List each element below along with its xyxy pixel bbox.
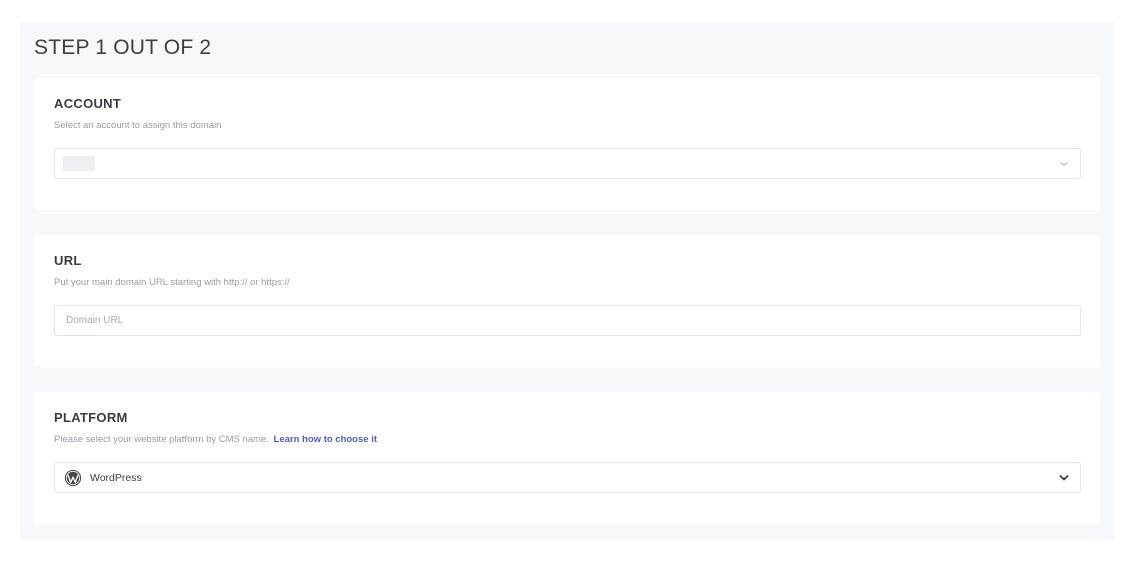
wordpress-icon	[64, 469, 82, 486]
platform-description: Please select your website platform by C…	[54, 434, 377, 445]
form-panel: STEP 1 OUT OF 2 ACCOUNT Select an accoun…	[20, 22, 1114, 540]
account-card: ACCOUNT Select an account to assign this…	[34, 78, 1100, 210]
domain-url-input[interactable]: Domain URL	[54, 305, 1081, 336]
url-description: Put your main domain URL starting with h…	[54, 277, 290, 288]
url-card: URL Put your main domain URL starting wi…	[34, 235, 1100, 367]
platform-card: PLATFORM Please select your website plat…	[34, 392, 1100, 524]
chevron-down-icon	[1059, 474, 1069, 480]
platform-description-text: Please select your website platform by C…	[54, 434, 269, 445]
platform-selected-value: WordPress	[90, 471, 142, 484]
account-select[interactable]	[54, 148, 1081, 179]
account-selected-placeholder	[63, 156, 95, 171]
chevron-down-icon	[1060, 161, 1068, 166]
step-title: STEP 1 OUT OF 2	[34, 36, 212, 59]
url-title: URL	[54, 253, 82, 268]
learn-how-link[interactable]: Learn how to choose it	[274, 434, 377, 445]
platform-title: PLATFORM	[54, 410, 128, 425]
domain-url-placeholder: Domain URL	[66, 315, 124, 326]
account-description: Select an account to assign this domain	[54, 120, 222, 131]
account-title: ACCOUNT	[54, 96, 122, 111]
platform-select[interactable]: WordPress	[54, 462, 1081, 493]
